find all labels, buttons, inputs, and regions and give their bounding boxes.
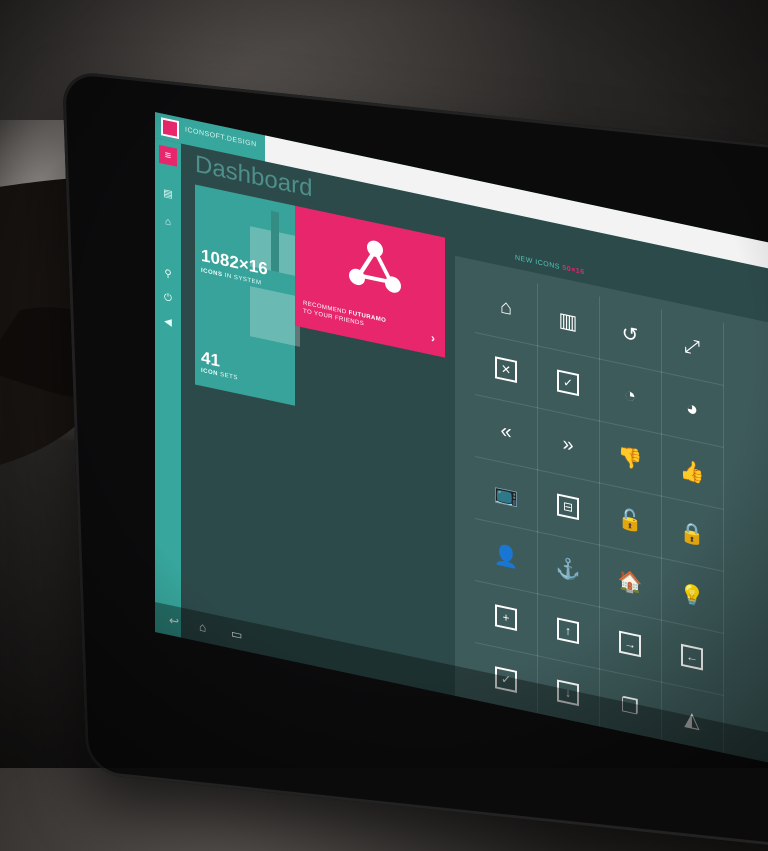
sidebar-item-pin-icon[interactable]: ⚲ [162,267,174,282]
tv-glyph: 📺 [493,480,519,508]
recommend-tile[interactable]: RECOMMEND FUTURAMO TO YOUR FRIENDS › [295,205,445,358]
door-glyph: ⊟ [557,493,579,521]
thumbs-up-glyph: 👍 [679,457,705,486]
home-icon[interactable]: ⌂ [199,619,206,635]
double-right-glyph: » [562,432,574,457]
house-glyph: 🏠 [617,568,643,597]
pacman-glyph: ◔ [623,383,637,408]
home-glyph: ⌂ [499,294,513,320]
recent-apps-icon[interactable]: ▭ [231,626,242,642]
user-lock-glyph: 👤 [493,542,519,570]
sidebar-item-power-icon[interactable]: ⏻ [162,291,174,306]
resize-glyph: ⤢ [684,333,700,360]
chevron-right-icon[interactable]: › [431,331,435,346]
lock-glyph: 🔒 [679,519,705,548]
refresh-glyph: ↺ [621,321,639,348]
menu-icon[interactable]: ≡ [159,144,177,167]
buildings-glyph: ▥ [558,308,578,335]
app-logo[interactable] [161,117,179,140]
unlock-glyph: 🔓 [617,506,643,535]
sidebar-item-sound-icon[interactable]: ◀ [162,315,174,330]
sidebar-item-sets-icon[interactable]: ▤ [162,187,174,202]
double-left-glyph: « [500,418,512,444]
plus-box-glyph: + [495,604,517,631]
stats-tile[interactable]: 1082×16 ICONS IN SYSTEM 41 ICON SETS [195,184,300,406]
thumbs-down-glyph: 👎 [617,444,643,473]
sidebar: ≡ ▤ ⌂ ⚲ ⏻ ◀ [155,138,181,638]
arrow-right-box-glyph: → [619,630,641,658]
bulb-glyph: 💡 [679,581,705,610]
arrow-up-box-glyph: ↑ [557,617,579,645]
back-icon[interactable]: ↩ [169,613,179,629]
arrow-left-box-glyph: ← [681,643,703,671]
anchor-glyph: ⚓ [555,555,581,583]
share-icon [349,240,401,293]
sidebar-item-home-icon[interactable]: ⌂ [162,215,174,230]
recommend-text: RECOMMEND FUTURAMO TO YOUR FRIENDS [303,300,387,328]
message-check-glyph: ✓ [557,369,579,397]
pacman-alt-glyph: ◕ [685,396,699,421]
message-delete-glyph: ✕ [495,356,517,383]
